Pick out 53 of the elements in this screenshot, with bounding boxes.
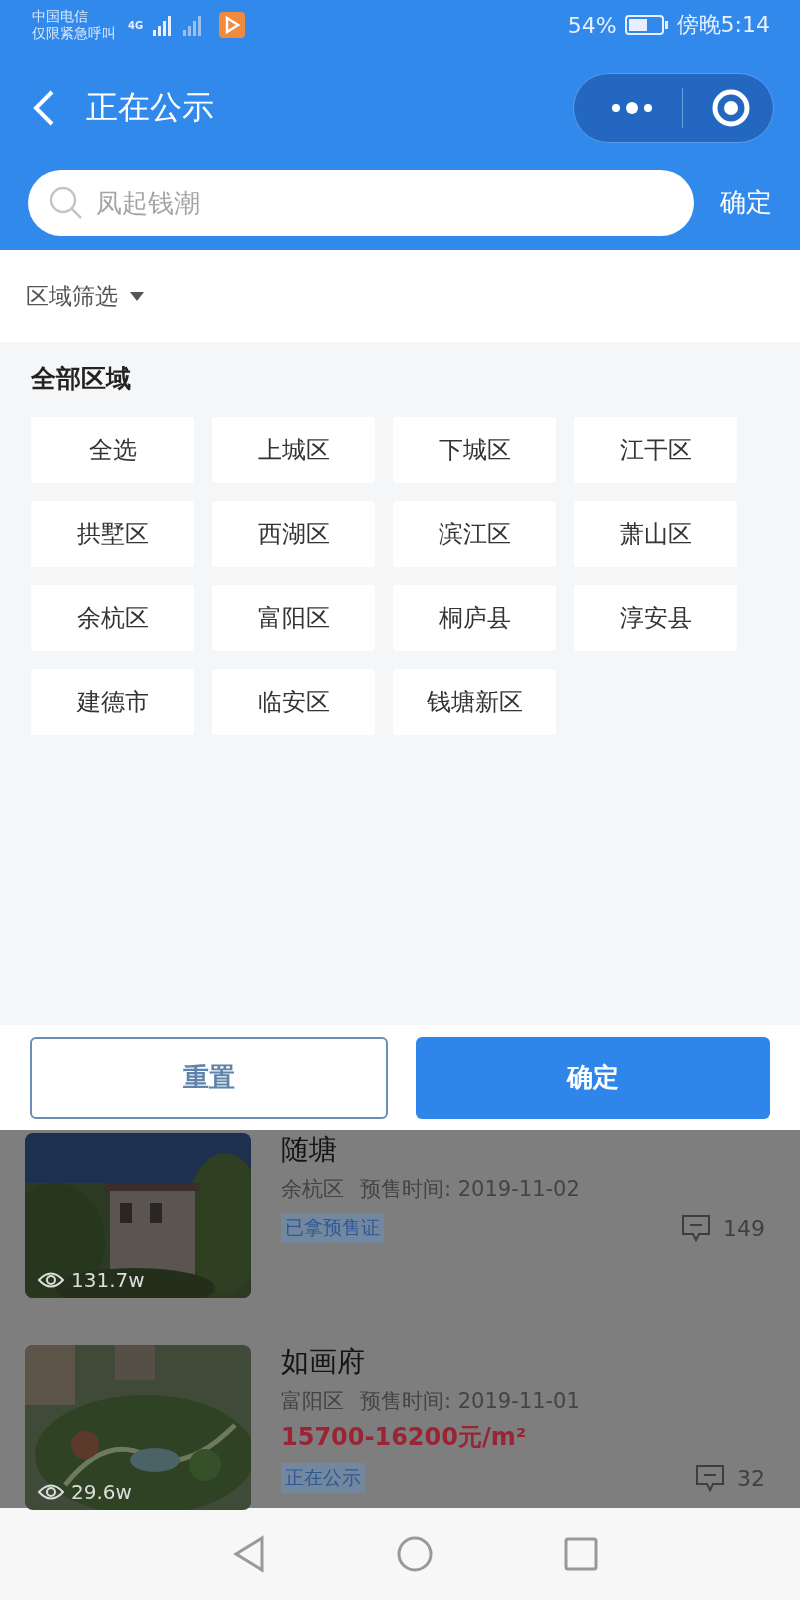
carrier-note: 仅限紧急呼叫 xyxy=(32,25,116,42)
comment-count: 149 xyxy=(723,1215,765,1241)
region-filter-dropdown[interactable]: 区域筛选 xyxy=(26,280,118,312)
confirm-button[interactable]: 确定 xyxy=(416,1036,770,1119)
listing-name: 如画府 xyxy=(281,1344,366,1380)
comment-icon xyxy=(695,1464,725,1492)
reset-button[interactable]: 重置 xyxy=(30,1036,388,1119)
district: 富阳区 xyxy=(281,1388,344,1415)
network-label: 4G xyxy=(128,19,144,31)
region-option[interactable]: 拱墅区 xyxy=(31,501,194,567)
region-option[interactable]: 建德市 xyxy=(31,669,194,735)
region-option[interactable]: 余杭区 xyxy=(31,585,194,651)
more-icon[interactable] xyxy=(610,100,654,115)
carrier-name: 中国电信 xyxy=(32,8,89,25)
clock: 傍晚5:14 xyxy=(676,11,770,39)
status-tag: 已拿预售证 xyxy=(281,1213,384,1243)
search-confirm-button[interactable]: 确定 xyxy=(720,185,772,220)
search-field[interactable]: 凤起钱潮 xyxy=(28,169,694,236)
comment-count: 32 xyxy=(737,1465,765,1491)
status-tag: 正在公示 xyxy=(281,1463,365,1493)
region-option[interactable]: 淳安县 xyxy=(574,585,737,651)
back-icon[interactable] xyxy=(32,88,56,127)
region-option[interactable]: 江干区 xyxy=(574,417,737,483)
region-option[interactable]: 西湖区 xyxy=(212,501,375,567)
region-option[interactable]: 全选 xyxy=(31,417,194,483)
battery-icon xyxy=(624,14,669,36)
listing-name: 随塘 xyxy=(281,1132,338,1168)
search-icon xyxy=(48,184,84,221)
region-option[interactable]: 上城区 xyxy=(212,417,375,483)
price: 15700-16200元/m² xyxy=(281,1422,528,1453)
section-title: 全部区域 xyxy=(31,363,132,395)
battery-percent: 54% xyxy=(567,12,617,38)
region-option[interactable]: 下城区 xyxy=(393,417,556,483)
page-title: 正在公示 xyxy=(86,86,214,128)
back-icon[interactable] xyxy=(232,1535,266,1573)
region-option[interactable]: 滨江区 xyxy=(393,501,556,567)
app-icon xyxy=(219,12,246,38)
eye-icon xyxy=(37,1271,65,1289)
region-option[interactable]: 富阳区 xyxy=(212,585,375,651)
caret-icon xyxy=(130,291,144,301)
view-count: 29.6w xyxy=(71,1480,132,1504)
eye-icon xyxy=(37,1483,65,1501)
region-option[interactable]: 桐庐县 xyxy=(393,585,556,651)
region-option[interactable]: 萧山区 xyxy=(574,501,737,567)
home-icon[interactable] xyxy=(396,1535,434,1573)
region-option[interactable]: 钱塘新区 xyxy=(393,669,556,735)
region-option[interactable]: 临安区 xyxy=(212,669,375,735)
comment-icon xyxy=(681,1214,711,1242)
view-count: 131.7w xyxy=(71,1268,145,1292)
recent-apps-icon[interactable] xyxy=(564,1537,598,1571)
presale-date: 预售时间: 2019-11-01 xyxy=(360,1388,580,1415)
district: 余杭区 xyxy=(281,1176,344,1203)
presale-date: 预售时间: 2019-11-02 xyxy=(360,1176,580,1203)
